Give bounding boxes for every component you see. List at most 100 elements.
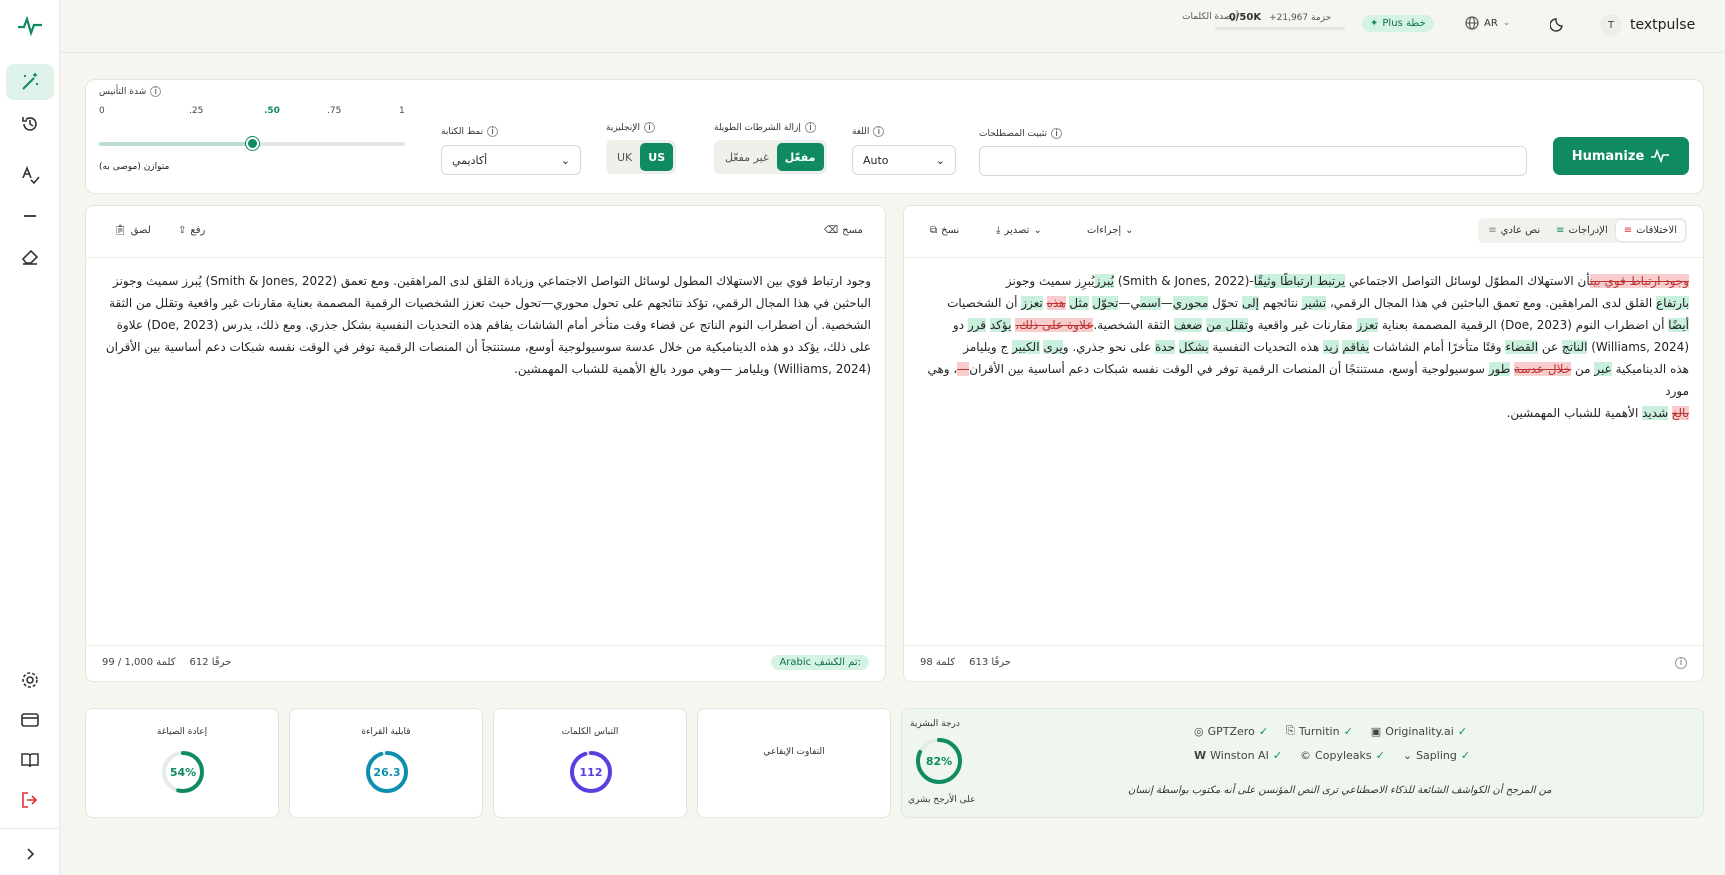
- strength-slider-knob[interactable]: [246, 137, 259, 150]
- upload-button[interactable]: ⇪ رفع: [178, 225, 205, 236]
- language-label-row: اللغة i: [852, 126, 885, 137]
- diff-line: أيضًا أن اضطراب النوم (Doe, 2023) الرقمي…: [918, 314, 1689, 336]
- detectors-row-1: ◎ GPTZero ✓ ⎘ Turnitin ✓ ▣ Originality.ai ✓: [1194, 724, 1467, 738]
- language-select[interactable]: Auto ⌄: [852, 145, 956, 175]
- language-code: AR: [1484, 17, 1498, 29]
- clear-button[interactable]: ⌫ مسح: [824, 225, 863, 236]
- diff-insertion: زيد: [1323, 340, 1339, 354]
- plan-badge[interactable]: ✦ Plus خطة: [1362, 15, 1434, 32]
- input-toolbar: 📋︎ لصق ⇪ رفع ⌫ مسح: [86, 206, 885, 258]
- diff-line: (Williams, 2024) الناتج عن القضاء وقتًا …: [918, 336, 1689, 358]
- dashes-label-row: إزالة الشرطات الطويلة i: [714, 122, 816, 133]
- detector-turnitin: ⎘ Turnitin ✓: [1286, 724, 1353, 738]
- settings-gear-icon[interactable]: [6, 662, 54, 698]
- input-char-count: 612 حرفًا: [189, 657, 232, 668]
- info-icon[interactable]: i: [1675, 657, 1687, 669]
- pulse-icon: [1651, 149, 1670, 163]
- diff-insertion: يرى: [1043, 340, 1063, 354]
- expand-chevron-icon[interactable]: [6, 836, 54, 872]
- human-score-card: درجة البشرية 82% على الأرجح بشري ◎ GPTZer…: [901, 708, 1704, 818]
- terms-input[interactable]: [979, 146, 1527, 176]
- copy-button[interactable]: ⧉ نسخ: [930, 225, 959, 236]
- billing-card-icon[interactable]: [6, 702, 54, 738]
- english-us-option[interactable]: US: [640, 143, 674, 171]
- diff-text: تحوّل: [1208, 296, 1242, 310]
- detector-winston: W Winston AI ✓: [1194, 749, 1282, 762]
- diff-insertion: الناتج: [1562, 340, 1588, 354]
- dashes-off-option[interactable]: غير مفعّل: [717, 143, 777, 171]
- detector-sapling: ⌄ Sapling ✓: [1403, 749, 1470, 762]
- dashes-label: إزالة الشرطات الطويلة: [714, 122, 801, 133]
- english-uk-option[interactable]: UK: [609, 143, 640, 171]
- diff-insertion: يؤكد: [989, 318, 1012, 332]
- paste-button[interactable]: 📋︎ لصق: [114, 225, 151, 236]
- detector-gptzero: ◎ GPTZero ✓: [1194, 724, 1268, 738]
- actions-dropdown[interactable]: إجراءات ⌄: [1087, 225, 1134, 236]
- metric-rhythm-label: التفاوت الإيقاعي: [763, 747, 825, 757]
- diff-text: الثقة الشخصية.: [1093, 318, 1174, 332]
- diff-insertion: وثيقًا: [1253, 274, 1277, 288]
- dashes-toggle[interactable]: غير مفعّل مفعّل: [714, 140, 827, 174]
- diff-line: وجود ارتباط قوي بينأن الاستهلاك المطوّل …: [918, 270, 1689, 292]
- humanize-wand-icon[interactable]: [6, 64, 54, 100]
- lines-icon: ≡: [1488, 225, 1497, 236]
- metric-human-caption: على الأرجح بشري: [908, 795, 976, 805]
- style-select[interactable]: أكاديمي ⌄: [441, 145, 581, 175]
- info-icon: i: [643, 122, 655, 133]
- strength-label: شدة التأنيس: [99, 86, 147, 97]
- language-label: اللغة: [852, 126, 870, 137]
- export-dropdown[interactable]: ⤓ تصدير ⌄: [996, 225, 1042, 236]
- turnitin-icon: ⎘: [1286, 724, 1295, 737]
- detector-originality: ▣ Originality.ai ✓: [1371, 724, 1467, 738]
- diff-text: الأهمية للشباب المهمشين.: [1506, 406, 1643, 420]
- history-icon[interactable]: [6, 106, 54, 142]
- input-textarea[interactable]: وجود ارتباط قوي بين الاستهلاك المطول لوس…: [100, 270, 871, 380]
- english-label: الإنجليزية: [606, 122, 640, 133]
- detectors-note: من المرجح أن الكواشف الشائعة للذكاء الاص…: [1128, 785, 1552, 796]
- humanize-button[interactable]: Humanize: [1553, 137, 1689, 175]
- eraser-icon[interactable]: [6, 238, 54, 274]
- copy-icon: ⧉: [930, 225, 938, 236]
- english-variant-toggle[interactable]: UK US: [606, 140, 677, 174]
- strength-slider-track[interactable]: [99, 137, 405, 150]
- output-word-count: 98 كلمة: [920, 657, 956, 668]
- diff-text: أن الشخصيات: [947, 296, 1022, 310]
- lines-green-icon: ≡: [1556, 225, 1565, 236]
- diff-text: هذه التحديات النفسية: [1208, 340, 1324, 354]
- grammar-check-icon[interactable]: [6, 157, 54, 193]
- tab-differences[interactable]: ≡ الاختلافات: [1615, 220, 1685, 241]
- diff-text: القلق لدى المراهقين. ومع تعمق الباحثين ف…: [1326, 296, 1656, 310]
- diff-insertion: تقلل من: [1206, 318, 1248, 332]
- balance-progress: [1215, 27, 1345, 30]
- diff-text: دو: [952, 318, 968, 332]
- output-footer: 98 كلمة 613 حرفًا i: [904, 645, 1703, 681]
- diff-insertion: يرتبط ارتباطًا: [1276, 274, 1346, 288]
- divider-dash-icon[interactable]: [6, 198, 54, 234]
- tab-plain-text-label: نص عادي: [1500, 225, 1541, 236]
- docs-book-icon[interactable]: [6, 742, 54, 778]
- logo-pulse-icon[interactable]: [6, 8, 54, 44]
- logout-icon[interactable]: [6, 782, 54, 818]
- diff-deletion: بين: [1590, 274, 1601, 288]
- diff-text: على نحو جذري. و: [1062, 340, 1155, 354]
- chevron-down-icon: ⌄: [1033, 225, 1042, 236]
- output-diff-text[interactable]: وجود ارتباط قوي بينأن الاستهلاك المطوّل …: [918, 270, 1689, 424]
- strength-slider-fill: [99, 142, 252, 146]
- dashes-on-option[interactable]: مفعّل: [776, 143, 824, 171]
- language-switcher[interactable]: AR ⌄: [1465, 16, 1510, 30]
- user-menu[interactable]: T textpulse: [1600, 14, 1695, 36]
- diff-insertion: ضعف: [1173, 318, 1203, 332]
- originality-icon: ▣: [1370, 724, 1382, 738]
- tab-insertions[interactable]: ≡ الإدراجات: [1548, 220, 1616, 241]
- diff-insertion: قرر: [967, 318, 987, 332]
- diff-text: عن: [1538, 340, 1563, 354]
- view-tabs: ≡ نص عادي ≡ الإدراجات ≡ الاختلافات: [1478, 218, 1687, 243]
- theme-moon-icon[interactable]: [1550, 16, 1566, 32]
- input-word-count: 99 / 1,000 كلمة: [102, 657, 176, 668]
- diff-insertion: بارتفاع: [1655, 296, 1689, 310]
- metric-variety-card: التباس الكلمات 112: [493, 708, 687, 818]
- diff-text: هذه الديناميكية: [1611, 362, 1689, 376]
- metric-readability-card: قابلية القراءة 26.3: [289, 708, 483, 818]
- tab-plain-text[interactable]: ≡ نص عادي: [1480, 220, 1548, 241]
- metric-variety-value: 112: [579, 765, 603, 779]
